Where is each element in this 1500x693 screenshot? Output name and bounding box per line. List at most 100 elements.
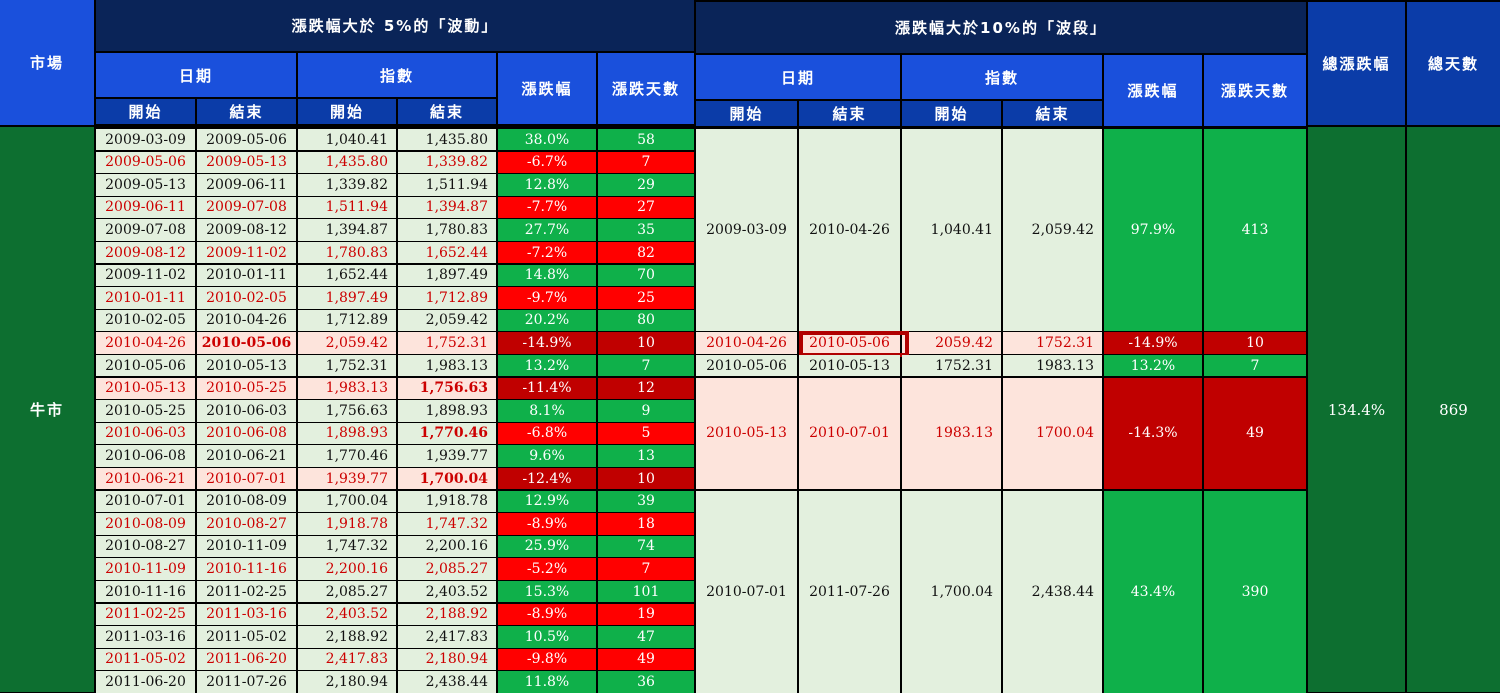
left-row-is: 2,403.52: [298, 603, 396, 625]
left-row-e: 2010-05-13: [197, 355, 296, 377]
left-row-is: 1,747.32: [298, 535, 396, 558]
right-row-days: 49: [1204, 377, 1306, 490]
left-row-days: 7: [598, 355, 694, 377]
left-row-s: 2010-06-08: [96, 445, 195, 467]
left-row-ie: 1,780.83: [398, 219, 496, 241]
left-row-ie: 1,897.49: [398, 264, 496, 286]
right-row-change: 43.4%: [1104, 490, 1202, 693]
left-row-is: 2,180.94: [298, 671, 396, 693]
left-row-change: -8.9%: [498, 603, 596, 625]
left-row-days: 47: [598, 626, 694, 648]
left-row-e: 2010-07-01: [197, 468, 296, 490]
left-row-change: -7.7%: [498, 196, 596, 219]
right-row-s: 2010-05-06: [696, 355, 797, 377]
right-row-s: 2010-05-13: [696, 377, 797, 490]
left-row-ie: 2,403.52: [398, 581, 496, 603]
left-row-days: 13: [598, 445, 694, 467]
left-row-e: 2009-11-02: [197, 242, 296, 264]
right-row-is: 1752.31: [902, 355, 1001, 377]
left-row-change: 9.6%: [498, 445, 596, 467]
left-row-s: 2009-06-11: [96, 196, 195, 219]
left-row-s: 2009-07-08: [96, 219, 195, 241]
right-row-days: 390: [1204, 490, 1306, 693]
left-row-change: 38.0%: [498, 129, 596, 151]
right-row-e: 2010-04-26: [799, 129, 900, 332]
left-row-ie: 1,652.44: [398, 242, 496, 264]
left-row-s: 2010-11-16: [96, 581, 195, 603]
left-row-is: 1,394.87: [298, 219, 396, 241]
left-row-s: 2009-05-06: [96, 151, 195, 173]
left-row-is: 1,756.63: [298, 400, 396, 422]
header-right-date: 日期: [696, 55, 900, 99]
left-row-ie: 2,200.16: [398, 535, 496, 558]
left-row-days: 29: [598, 174, 694, 196]
left-row-is: 1,897.49: [298, 287, 396, 309]
left-row-ie: 1,394.87: [398, 196, 496, 219]
header-left-days: 漲跌天數: [598, 53, 694, 124]
left-row-change: 12.9%: [498, 490, 596, 512]
left-row-e: 2011-02-25: [197, 581, 296, 603]
left-row-is: 1,983.13: [298, 377, 396, 399]
header-left-group: 漲跌幅大於 5%的「波動」: [96, 0, 694, 51]
left-row-e: 2010-06-08: [197, 422, 296, 445]
left-row-days: 74: [598, 535, 694, 558]
left-row-s: 2010-07-01: [96, 490, 195, 512]
left-row-s: 2011-02-25: [96, 603, 195, 625]
right-row-s: 2010-04-26: [696, 332, 797, 354]
header-left-change: 漲跌幅: [498, 53, 596, 124]
left-row-ie: 1,983.13: [398, 355, 496, 377]
left-row-is: 1,939.77: [298, 468, 396, 490]
left-row-s: 2010-05-25: [96, 400, 195, 422]
header-left-index-start: 開始: [298, 99, 396, 124]
left-row-ie: 1,511.94: [398, 174, 496, 196]
left-row-e: 2009-07-08: [197, 196, 296, 219]
left-row-change: -9.7%: [498, 287, 596, 309]
right-row-ie: 1983.13: [1003, 355, 1102, 377]
left-row-is: 1,780.83: [298, 242, 396, 264]
left-row-s: 2009-05-13: [96, 174, 195, 196]
header-right-group: 漲跌幅大於10%的「波段」: [696, 2, 1306, 53]
left-row-is: 1,040.41: [298, 129, 396, 151]
left-row-ie: 2,059.42: [398, 309, 496, 332]
header-right-index-end: 結束: [1003, 101, 1102, 126]
left-row-change: 27.7%: [498, 219, 596, 241]
right-row-e: 2010-05-13: [799, 355, 900, 377]
right-row-is: 1,040.41: [902, 129, 1001, 332]
left-row-ie: 2,438.44: [398, 671, 496, 693]
right-row-change: -14.3%: [1104, 377, 1202, 490]
left-row-days: 10: [598, 332, 694, 354]
left-row-is: 2,059.42: [298, 332, 396, 354]
left-row-e: 2010-02-05: [197, 287, 296, 309]
left-row-s: 2010-08-27: [96, 535, 195, 558]
left-row-e: 2010-06-21: [197, 445, 296, 467]
left-row-e: 2010-06-03: [197, 400, 296, 422]
left-row-s: 2010-02-05: [96, 309, 195, 332]
left-row-e: 2010-05-25: [197, 377, 296, 399]
right-row-ie: 1752.31: [1003, 332, 1102, 354]
left-row-s: 2010-04-26: [96, 332, 195, 354]
left-row-ie: 1,339.82: [398, 151, 496, 173]
left-row-e: 2010-05-06: [197, 332, 296, 354]
header-left-date-start: 開始: [96, 99, 195, 124]
left-row-e: 2011-03-16: [197, 603, 296, 625]
header-left-index: 指數: [298, 53, 496, 97]
left-row-ie: 2,188.92: [398, 603, 496, 625]
left-row-ie: 2,417.83: [398, 626, 496, 648]
left-row-change: -12.4%: [498, 468, 596, 490]
left-row-change: -8.9%: [498, 513, 596, 535]
left-row-is: 1,700.04: [298, 490, 396, 512]
header-market: 市場: [0, 0, 94, 125]
left-row-change: 13.2%: [498, 355, 596, 377]
header-right-index: 指數: [902, 55, 1102, 99]
header-right-days: 漲跌天數: [1204, 55, 1306, 126]
highlight-box: [799, 331, 909, 357]
header-right-date-end: 結束: [799, 101, 900, 126]
left-row-days: 9: [598, 400, 694, 422]
right-row-e: 2011-07-26: [799, 490, 900, 693]
left-row-ie: 2,180.94: [398, 648, 496, 671]
left-row-is: 1,752.31: [298, 355, 396, 377]
market-label: 牛市: [0, 127, 94, 692]
left-row-is: 1,918.78: [298, 513, 396, 535]
left-row-is: 1,511.94: [298, 196, 396, 219]
left-row-e: 2010-08-27: [197, 513, 296, 535]
